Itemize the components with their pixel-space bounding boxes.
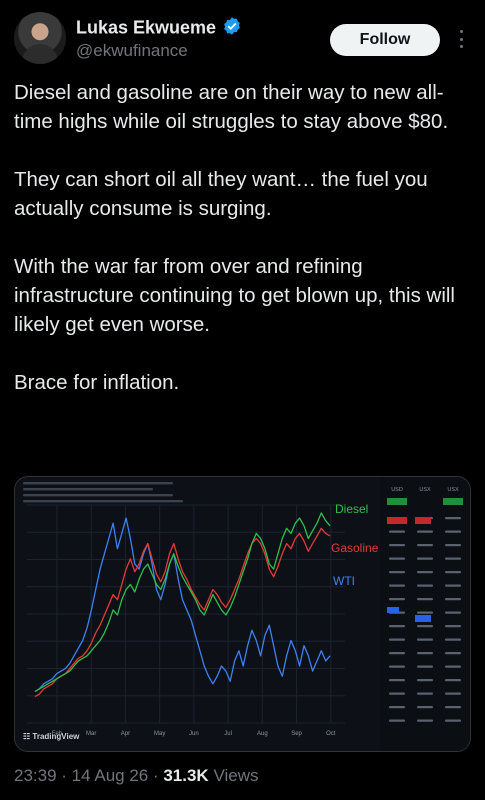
price-axis-tick	[417, 692, 433, 695]
price-axis-tick	[445, 530, 461, 533]
author-handle[interactable]: @ekwufinance	[76, 41, 188, 61]
tweet-paragraph: They can short oil all they want… the fu…	[14, 168, 428, 220]
series-line-gasoline	[34, 527, 331, 698]
wti-price-tag	[387, 607, 399, 613]
price-axis-tick	[445, 598, 461, 601]
price-axis-tick	[389, 530, 405, 533]
x-tick-label: Jun	[189, 731, 199, 737]
price-axis-tick	[417, 652, 433, 655]
tweet-date[interactable]: 14 Aug 26	[72, 766, 149, 785]
price-axis-tick	[417, 719, 433, 722]
price-axis-tick	[417, 665, 433, 668]
tweet-chart-image[interactable]: Feb Mar Apr May Jun Jul Aug Sep Oct Diesel Gasolin…	[14, 476, 471, 752]
price-axis-tick	[417, 611, 433, 614]
price-axis-tick	[445, 692, 461, 695]
price-axis-header: USD	[391, 487, 403, 493]
price-axis-tick	[417, 557, 433, 560]
series-label-diesel: Diesel	[335, 502, 368, 516]
price-axis-tick	[445, 706, 461, 709]
x-tick-label: Sep	[291, 731, 302, 737]
price-axis-tick	[389, 652, 405, 655]
price-axis-tick	[445, 584, 461, 587]
chart-legend-text	[23, 482, 173, 485]
price-axis-tick	[445, 544, 461, 547]
price-axis-tick	[389, 665, 405, 668]
x-tick-label: Oct	[326, 731, 336, 737]
price-axis-tick	[445, 571, 461, 574]
price-axis-tick	[417, 706, 433, 709]
chart-legend-text	[23, 488, 153, 491]
price-axis-tick	[445, 679, 461, 682]
price-axis-tick	[389, 625, 405, 628]
view-count: 31.3K	[163, 766, 209, 785]
avatar[interactable]	[14, 12, 66, 64]
price-axis-tick	[445, 611, 461, 614]
price-axis-tick	[417, 598, 433, 601]
tweet-paragraph: Brace for inflation.	[14, 371, 180, 394]
price-axis-tick	[389, 571, 405, 574]
price-axis-tick	[389, 679, 405, 682]
price-axis-tick	[417, 584, 433, 587]
series-label-wti: WTI	[333, 574, 355, 588]
diesel-price-tag	[443, 498, 463, 505]
tweet-paragraph: With the war far from over and refining …	[14, 255, 455, 336]
follow-button[interactable]: Follow	[330, 24, 440, 56]
price-axis-tick	[417, 625, 433, 628]
views-label: Views	[213, 766, 259, 785]
x-tick-label: Mar	[86, 731, 96, 737]
series-label-gasoline: Gasoline	[331, 541, 379, 555]
price-axis-tick	[389, 719, 405, 722]
price-axis-tick	[417, 571, 433, 574]
price-axis-tick	[389, 598, 405, 601]
series-line-diesel	[34, 512, 331, 693]
tweet-time[interactable]: 23:39	[14, 766, 57, 785]
wti-price-tag	[415, 615, 431, 622]
price-axis-tick	[445, 652, 461, 655]
price-axis-tick	[445, 625, 461, 628]
price-axis-tick	[389, 638, 405, 641]
price-axis-header: USX	[447, 487, 459, 493]
price-chart: Feb Mar Apr May Jun Jul Aug Sep OctDieselGasolin…	[23, 477, 470, 751]
x-tick-label: Jul	[224, 731, 232, 737]
price-axis-tick	[445, 719, 461, 722]
price-axis-tick	[389, 584, 405, 587]
price-axis-header: USX	[419, 487, 431, 493]
author-name[interactable]: Lukas Ekwueme	[76, 16, 242, 41]
price-axis-tick	[445, 557, 461, 560]
price-axis-tick	[389, 557, 405, 560]
x-tick-label: Apr	[121, 731, 130, 737]
verified-badge-icon	[222, 16, 242, 41]
author-name-text[interactable]: Lukas Ekwueme	[76, 17, 216, 37]
tweet-header: Lukas Ekwueme @ekwufinance Follow	[14, 12, 474, 68]
price-axis-tick	[417, 638, 433, 641]
price-axis-tick	[417, 679, 433, 682]
price-axis-tick	[445, 517, 461, 520]
gasoline-price-tag	[415, 517, 431, 524]
x-tick-label: May	[154, 731, 165, 737]
price-axis-tick	[445, 638, 461, 641]
tweet-text: Diesel and gasoline are on their way to …	[14, 78, 472, 426]
chart-legend-text	[23, 500, 183, 503]
tradingview-logo: ☷ TradingView	[23, 732, 80, 741]
gasoline-price-tag	[387, 517, 407, 524]
price-axis-tick	[445, 665, 461, 668]
x-tick-label: Aug	[257, 731, 268, 737]
price-axis-tick	[389, 544, 405, 547]
price-axis-tick	[389, 706, 405, 709]
price-axis-tick	[417, 544, 433, 547]
price-axis-tick	[389, 692, 405, 695]
tweet-paragraph: Diesel and gasoline are on their way to …	[14, 81, 449, 133]
price-axis-tick	[417, 530, 433, 533]
more-options-icon[interactable]	[454, 26, 468, 52]
diesel-price-tag	[387, 498, 407, 505]
chart-legend-text	[23, 494, 173, 497]
tweet-meta: 23:39 · 14 Aug 26 · 31.3K Views	[14, 766, 259, 785]
